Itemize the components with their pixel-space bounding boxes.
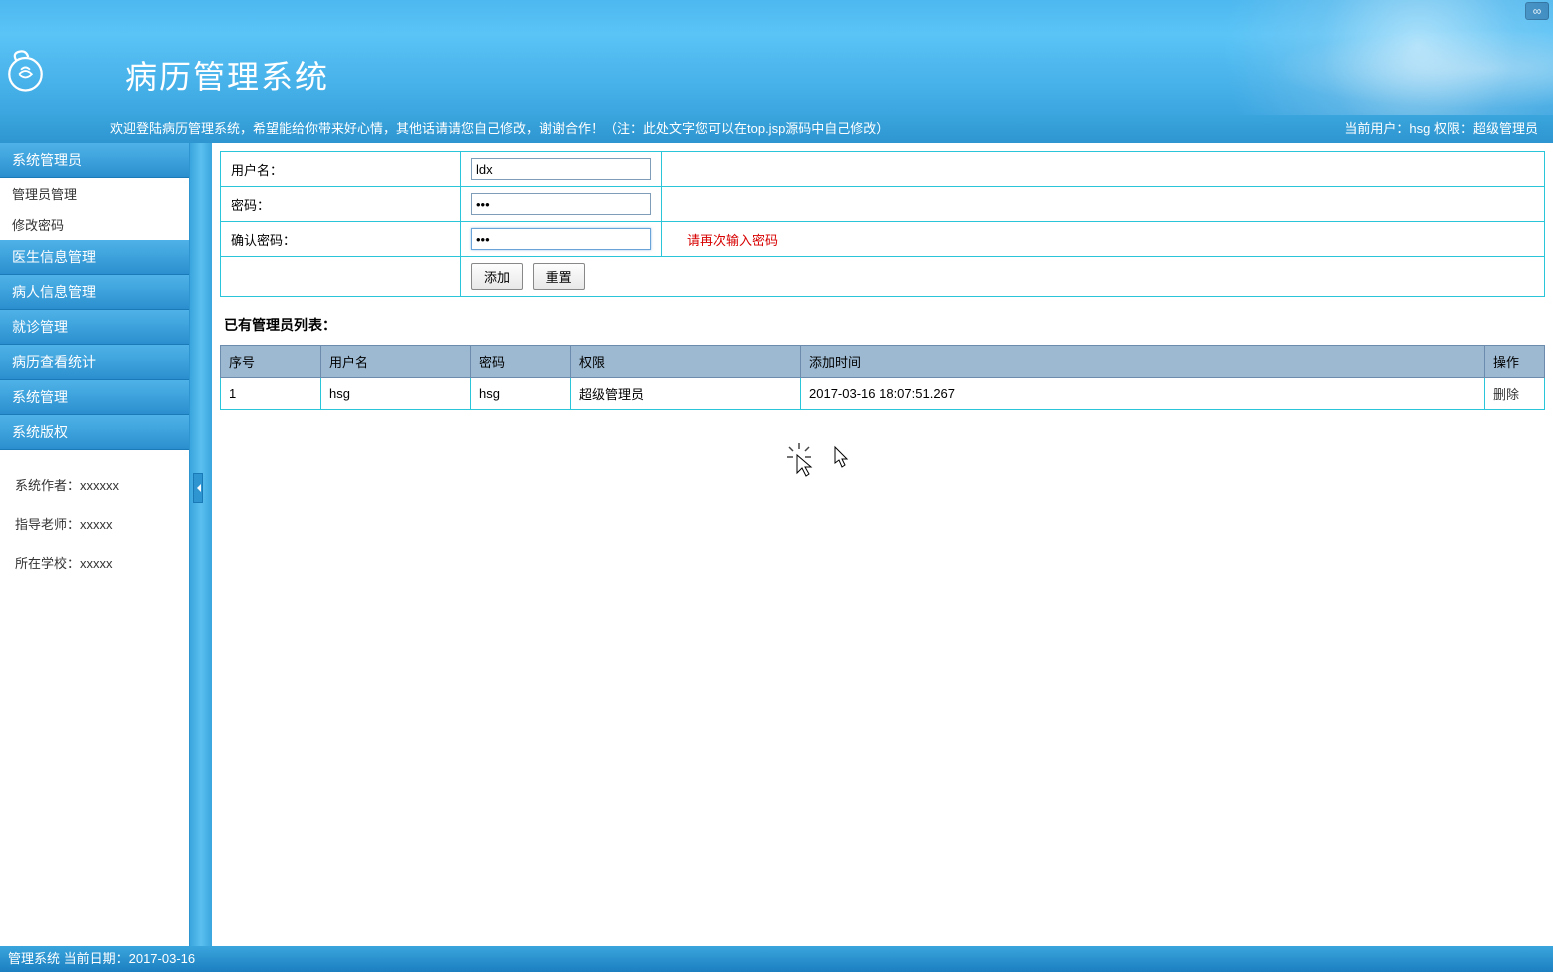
- admin-list-table: 序号 用户名 密码 权限 添加时间 操作 1 hsg hsg 超级管理员 201…: [220, 345, 1545, 410]
- welcome-text: 欢迎登陆病历管理系统，希望能给你带来好心情，其他话请请您自己修改，谢谢合作！（注…: [110, 115, 1344, 143]
- cell-seq: 1: [221, 378, 321, 410]
- header-banner: 病历管理系统 ∞: [0, 0, 1553, 115]
- confirm-password-input[interactable]: [471, 228, 651, 250]
- label-password: 密码：: [221, 187, 461, 222]
- sidebar: 系统管理员 管理员管理 修改密码 医生信息管理 病人信息管理 就诊管理 病历查看…: [0, 143, 190, 946]
- col-op: 操作: [1485, 346, 1545, 378]
- nav-group-copyright[interactable]: 系统版权: [0, 415, 189, 450]
- nav-group-system[interactable]: 系统管理: [0, 380, 189, 415]
- splitter-handle[interactable]: [193, 473, 203, 503]
- list-title: 已有管理员列表：: [224, 315, 1545, 335]
- cell-time: 2017-03-16 18:07:51.267: [801, 378, 1485, 410]
- nav-group-sysadmin[interactable]: 系统管理员: [0, 143, 189, 178]
- cell-role: 超级管理员: [571, 378, 801, 410]
- credits-block: 系统作者：xxxxxx 指导老师：xxxxx 所在学校：xxxxx: [0, 450, 189, 597]
- nav-item-admin-manage[interactable]: 管理员管理: [0, 178, 189, 209]
- col-role: 权限: [571, 346, 801, 378]
- reset-button[interactable]: 重置: [533, 263, 585, 290]
- nav-item-change-password[interactable]: 修改密码: [0, 209, 189, 240]
- admin-form-table: 用户名： 密码： 确认密码： 请再次输入密码: [220, 151, 1545, 297]
- col-pwd: 密码: [471, 346, 571, 378]
- app-logo-icon: [0, 30, 50, 105]
- nav-group-record-stats[interactable]: 病历查看统计: [0, 345, 189, 380]
- credit-school: 所在学校：xxxxx: [15, 543, 174, 582]
- label-username: 用户名：: [221, 152, 461, 187]
- app-title: 病历管理系统: [125, 52, 329, 98]
- cell-user: hsg: [321, 378, 471, 410]
- col-seq: 序号: [221, 346, 321, 378]
- info-bar: 欢迎登陆病历管理系统，希望能给你带来好心情，其他话请请您自己修改，谢谢合作！（注…: [0, 115, 1553, 143]
- col-time: 添加时间: [801, 346, 1485, 378]
- cursor-loading-icon: [787, 443, 857, 486]
- credit-author: 系统作者：xxxxxx: [15, 465, 174, 504]
- credit-advisor: 指导老师：xxxxx: [15, 504, 174, 543]
- add-button[interactable]: 添加: [471, 263, 523, 290]
- footer-bar: 管理系统 当前日期：2017-03-16: [0, 946, 1553, 972]
- current-user-info: 当前用户：hsg 权限：超级管理员: [1344, 115, 1538, 143]
- footer-text: 管理系统 当前日期：2017-03-16: [8, 951, 195, 966]
- nav-group-doctor[interactable]: 医生信息管理: [0, 240, 189, 275]
- splitter: [190, 143, 212, 946]
- label-confirm-password: 确认密码：: [221, 222, 461, 257]
- table-row: 1 hsg hsg 超级管理员 2017-03-16 18:07:51.267 …: [221, 378, 1545, 410]
- password-input[interactable]: [471, 193, 651, 215]
- cell-pwd: hsg: [471, 378, 571, 410]
- username-input[interactable]: [471, 158, 651, 180]
- nav-group-visit[interactable]: 就诊管理: [0, 310, 189, 345]
- delete-link[interactable]: 删除: [1493, 387, 1519, 402]
- nav-group-patient[interactable]: 病人信息管理: [0, 275, 189, 310]
- content-area: 用户名： 密码： 确认密码： 请再次输入密码: [212, 143, 1553, 946]
- confirm-hint: 请再次输入密码: [687, 233, 778, 248]
- link-icon[interactable]: ∞: [1525, 2, 1549, 20]
- col-user: 用户名: [321, 346, 471, 378]
